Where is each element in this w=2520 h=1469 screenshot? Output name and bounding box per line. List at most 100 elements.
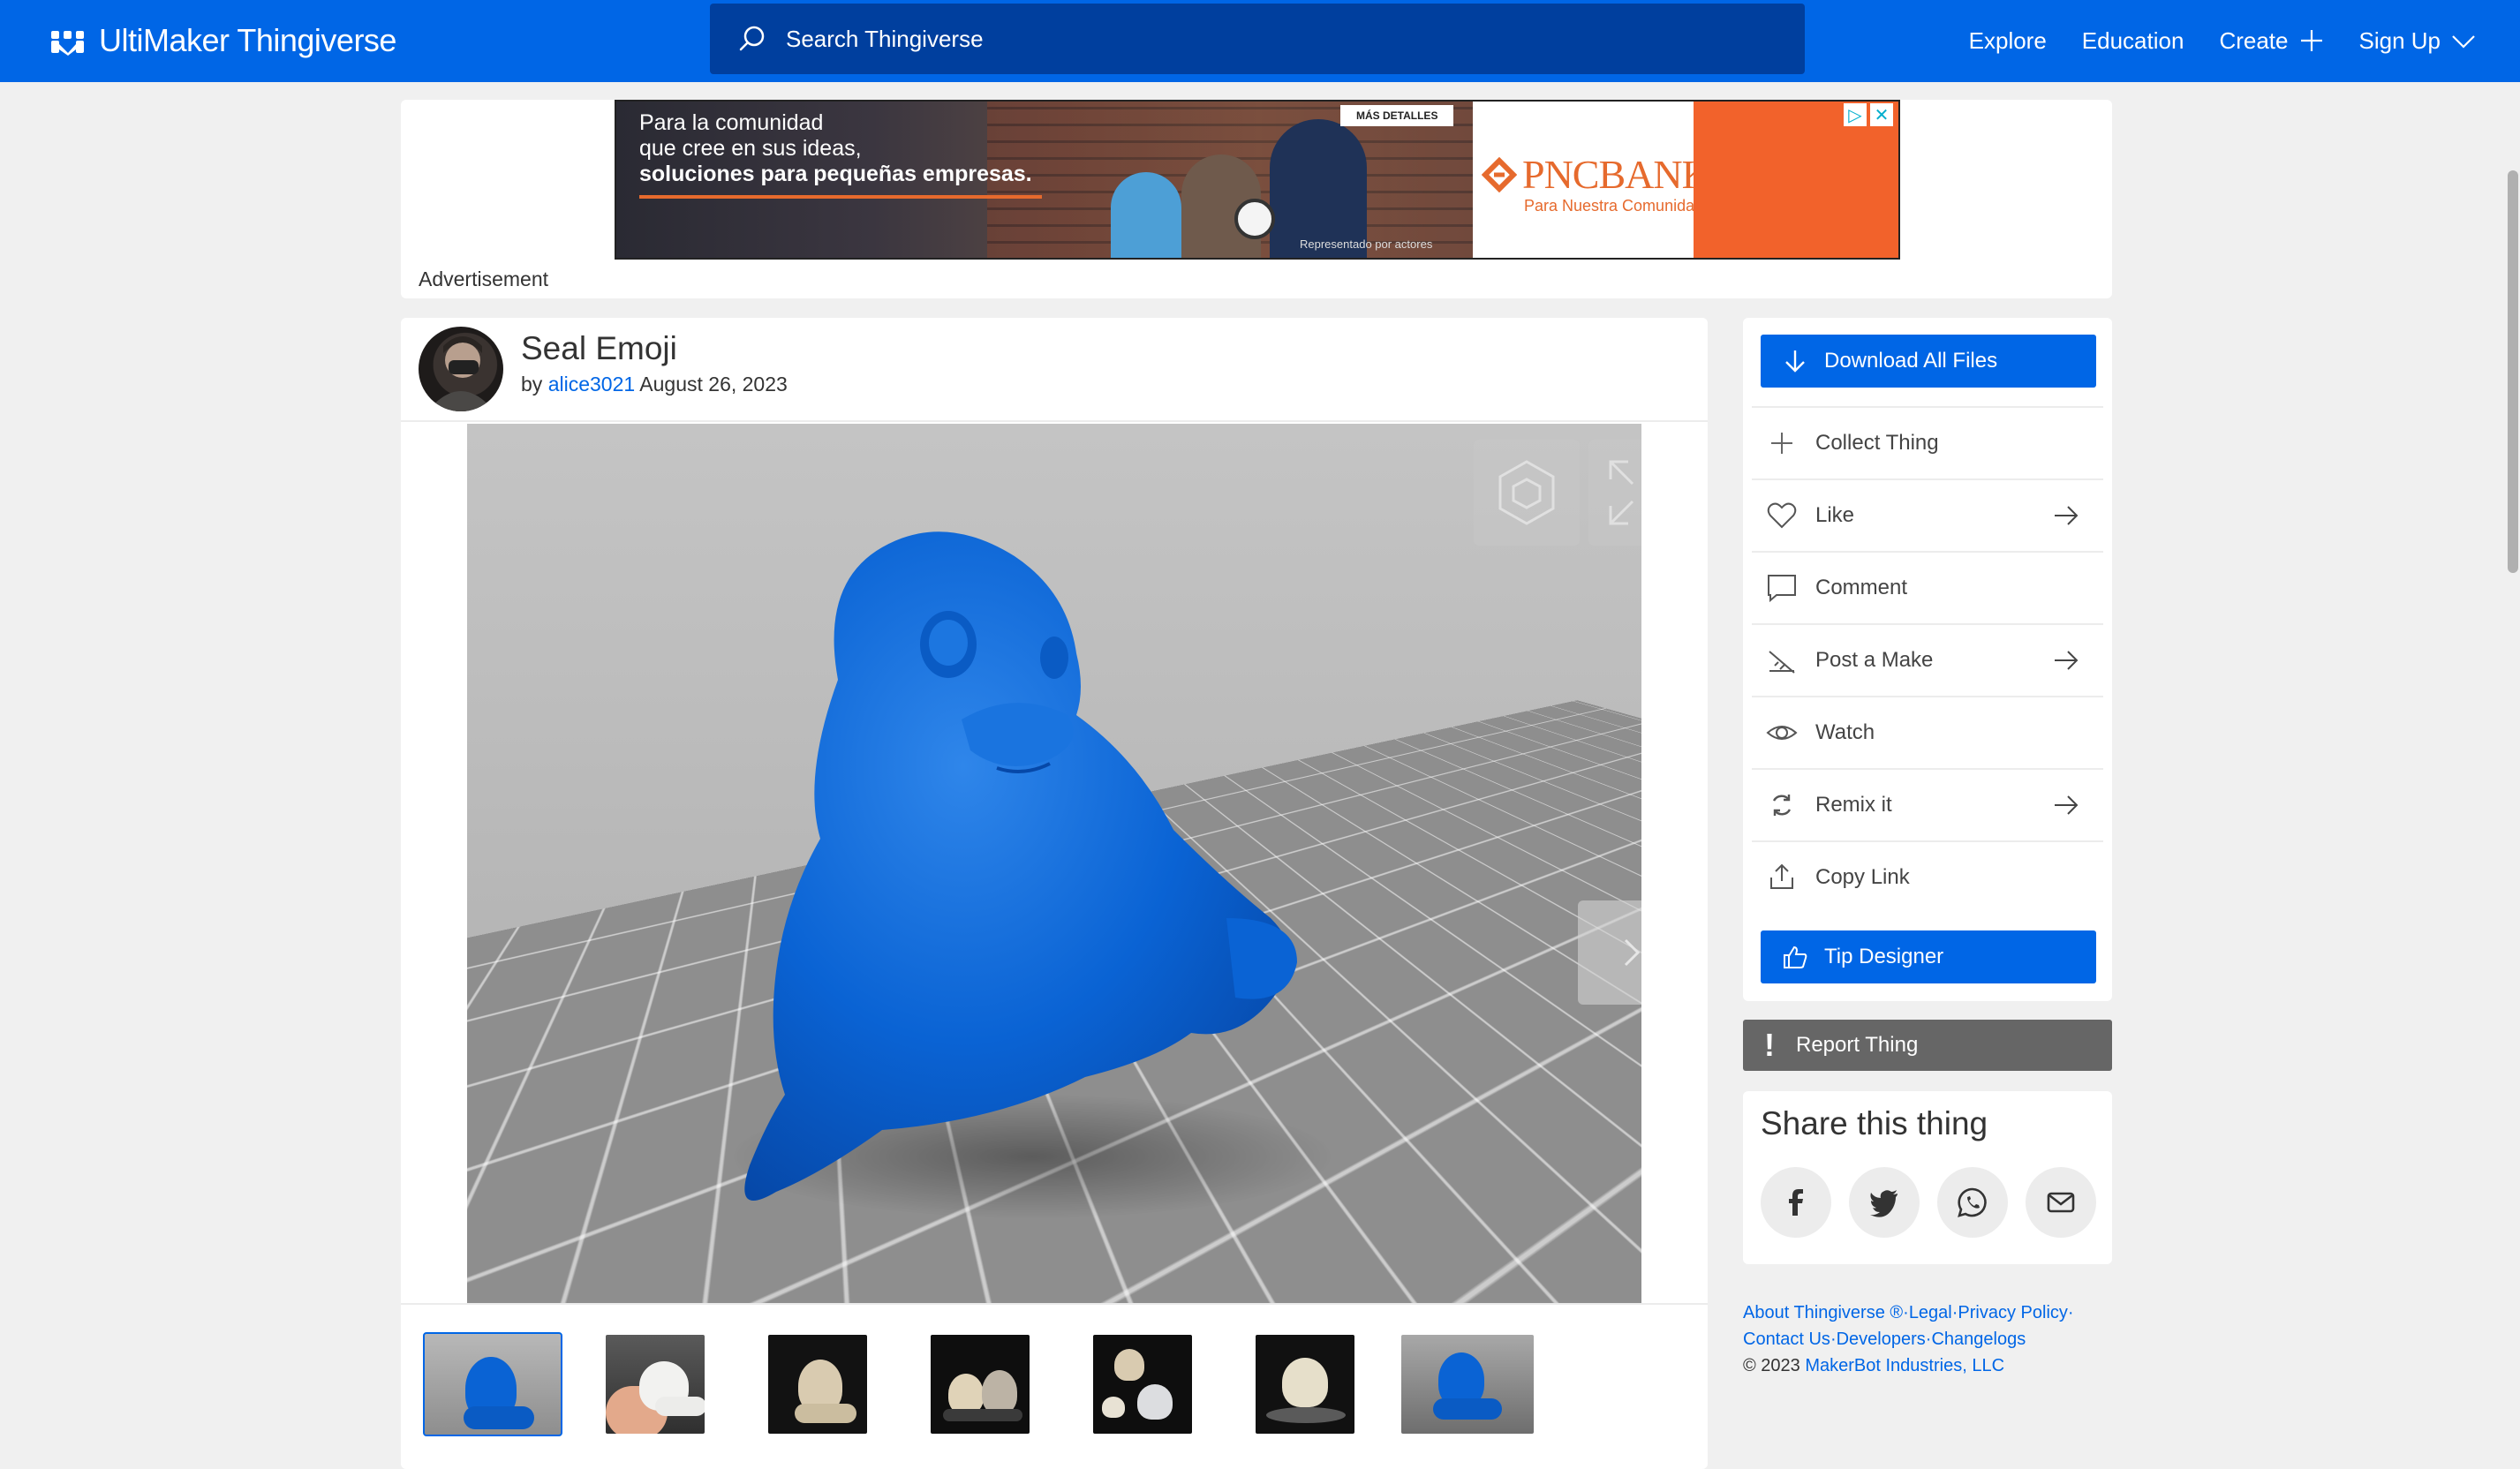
thumbnail-image <box>931 1335 1030 1434</box>
thumbnail-5[interactable] <box>1072 1331 1213 1437</box>
ad-underline <box>639 195 1042 199</box>
eye-icon <box>1766 726 1798 740</box>
ultimaker-logo-icon <box>49 26 87 56</box>
make-icon <box>1769 651 1795 674</box>
cube-icon <box>1498 460 1555 525</box>
next-image-button[interactable] <box>1578 900 1641 1005</box>
share-twitter-button[interactable] <box>1849 1167 1920 1238</box>
divider <box>401 1303 1708 1305</box>
footer-company-link[interactable]: MakerBot Industries, LLC <box>1805 1356 2004 1375</box>
collect-label: Collect Thing <box>1815 431 1939 455</box>
thumbnail-4[interactable] <box>909 1331 1051 1437</box>
site-logo[interactable]: UltiMaker Thingiverse <box>49 18 396 64</box>
plus-icon <box>2300 30 2322 51</box>
ad-line-1: Para la comunidad <box>639 110 824 135</box>
fullscreen-button[interactable] <box>1588 440 1641 546</box>
comment-label: Comment <box>1815 576 1908 599</box>
share-email-button[interactable] <box>2026 1167 2096 1238</box>
ad-line-3: soluciones para pequeñas empresas. <box>639 162 1032 186</box>
divider <box>401 420 1708 422</box>
search-bar[interactable] <box>710 4 1805 74</box>
ad-choices[interactable]: ▷ ✕ <box>1844 103 1893 126</box>
thumbnail-3[interactable] <box>747 1331 888 1437</box>
remix-label: Remix it <box>1815 793 1892 817</box>
report-thing-button[interactable]: ! Report Thing <box>1743 1020 2112 1071</box>
share-whatsapp-button[interactable] <box>1937 1167 2008 1238</box>
footer-about-link[interactable]: About Thingiverse ® <box>1743 1303 1903 1322</box>
remix-icon <box>1772 795 1792 816</box>
email-icon <box>2047 1192 2075 1213</box>
thing-byline: by alice3021 August 26, 2023 <box>521 373 788 396</box>
ad-brand-panel[interactable]: PNCBANK Para Nuestra Comunidad <box>1473 102 1711 258</box>
nav-explore[interactable]: Explore <box>1969 27 2047 55</box>
footer-sep: · <box>1830 1330 1837 1349</box>
collect-thing-button[interactable]: Collect Thing <box>1752 406 2103 478</box>
thumbnail-6[interactable] <box>1234 1331 1376 1437</box>
plus-icon <box>1771 433 1792 454</box>
3d-view-button[interactable] <box>1474 440 1580 546</box>
twitter-icon <box>1870 1190 1898 1217</box>
chevron-down-icon <box>2452 35 2475 49</box>
share-upload-icon <box>1770 863 1793 889</box>
thumbnail-7[interactable] <box>1397 1331 1538 1437</box>
share-icons <box>1761 1167 2096 1238</box>
nav-signup[interactable]: Sign Up <box>2359 27 2477 55</box>
thumbnail-image <box>1401 1335 1534 1434</box>
search-input[interactable] <box>786 25 1581 53</box>
page-scrollbar[interactable] <box>2504 82 2520 1469</box>
author-link[interactable]: alice3021 <box>548 373 635 396</box>
footer-developers-link[interactable]: Developers <box>1837 1330 1926 1349</box>
heart-icon <box>1767 502 1797 529</box>
footer-legal-link[interactable]: Legal <box>1909 1303 1952 1322</box>
thumbnail-2[interactable] <box>585 1331 726 1437</box>
download-icon <box>1785 350 1805 373</box>
tip-designer-button[interactable]: Tip Designer <box>1761 930 2096 983</box>
post-a-make-button[interactable]: Post a Make <box>1752 623 2103 696</box>
scrollbar-thumb[interactable] <box>2508 170 2518 573</box>
thing-date: August 26, 2023 <box>639 373 788 396</box>
share-facebook-button[interactable] <box>1761 1167 1831 1238</box>
footer-links-row-2: Contact Us·Developers·Changelogs <box>1743 1326 2131 1352</box>
pnc-triangle-icon <box>1482 156 1517 192</box>
author-avatar[interactable] <box>419 327 503 411</box>
search-icon <box>739 26 765 51</box>
watch-button[interactable]: Watch <box>1752 696 2103 768</box>
chevron-right-icon <box>1624 938 1641 967</box>
download-all-files-button[interactable]: Download All Files <box>1761 335 2096 388</box>
ad-orange-panel[interactable]: ▷ ✕ <box>1694 102 1898 258</box>
footer-privacy-link[interactable]: Privacy Policy <box>1958 1303 2067 1322</box>
footer-changelogs-link[interactable]: Changelogs <box>1931 1330 2026 1349</box>
thumbnail-image <box>1093 1335 1192 1434</box>
copy-link-button[interactable]: Copy Link <box>1752 840 2103 913</box>
nav-education[interactable]: Education <box>2082 27 2184 55</box>
nav-signup-label: Sign Up <box>2358 26 2441 54</box>
comment-button[interactable]: Comment <box>1752 551 2103 623</box>
byline-by: by <box>521 373 543 396</box>
footer-contact-link[interactable]: Contact Us <box>1743 1330 1830 1349</box>
whatsapp-icon <box>1958 1187 1987 1217</box>
thing-actions-card: Download All Files Collect Thing Like Co… <box>1743 318 2112 1001</box>
top-nav-bar: UltiMaker Thingiverse Explore Education … <box>0 0 2520 82</box>
thumbs-up-icon <box>1784 945 1807 968</box>
report-label: Report Thing <box>1796 1033 1919 1057</box>
ad-more-details-button[interactable]: MÁS DETALLES <box>1340 105 1454 126</box>
nav-create[interactable]: Create <box>2219 27 2323 55</box>
ad-banner[interactable]: Para la comunidad que cree en sus ideas,… <box>615 100 1900 260</box>
watch-label: Watch <box>1815 720 1875 744</box>
tip-label: Tip Designer <box>1824 945 1944 968</box>
advertisement-card: Para la comunidad que cree en sus ideas,… <box>401 100 2112 298</box>
ad-label: Advertisement <box>419 267 549 290</box>
thing-image-viewer[interactable] <box>467 424 1641 1305</box>
remix-button[interactable]: Remix it <box>1752 768 2103 840</box>
like-button[interactable]: Like <box>1752 478 2103 551</box>
close-icon[interactable]: ✕ <box>1870 103 1893 126</box>
exclamation-icon: ! <box>1764 1027 1775 1063</box>
footer-copyright: © 2023 MakerBot Industries, LLC <box>1743 1352 2131 1379</box>
thumbnail-1[interactable] <box>422 1331 563 1437</box>
site-logo-text: UltiMaker Thingiverse <box>99 22 396 58</box>
arrow-right-icon <box>2055 506 2079 525</box>
thumbnail-strip <box>422 1331 1559 1437</box>
ad-photo[interactable]: Para la comunidad que cree en sus ideas,… <box>616 102 1473 258</box>
adchoices-icon[interactable]: ▷ <box>1844 103 1867 126</box>
facebook-icon <box>1789 1189 1803 1216</box>
